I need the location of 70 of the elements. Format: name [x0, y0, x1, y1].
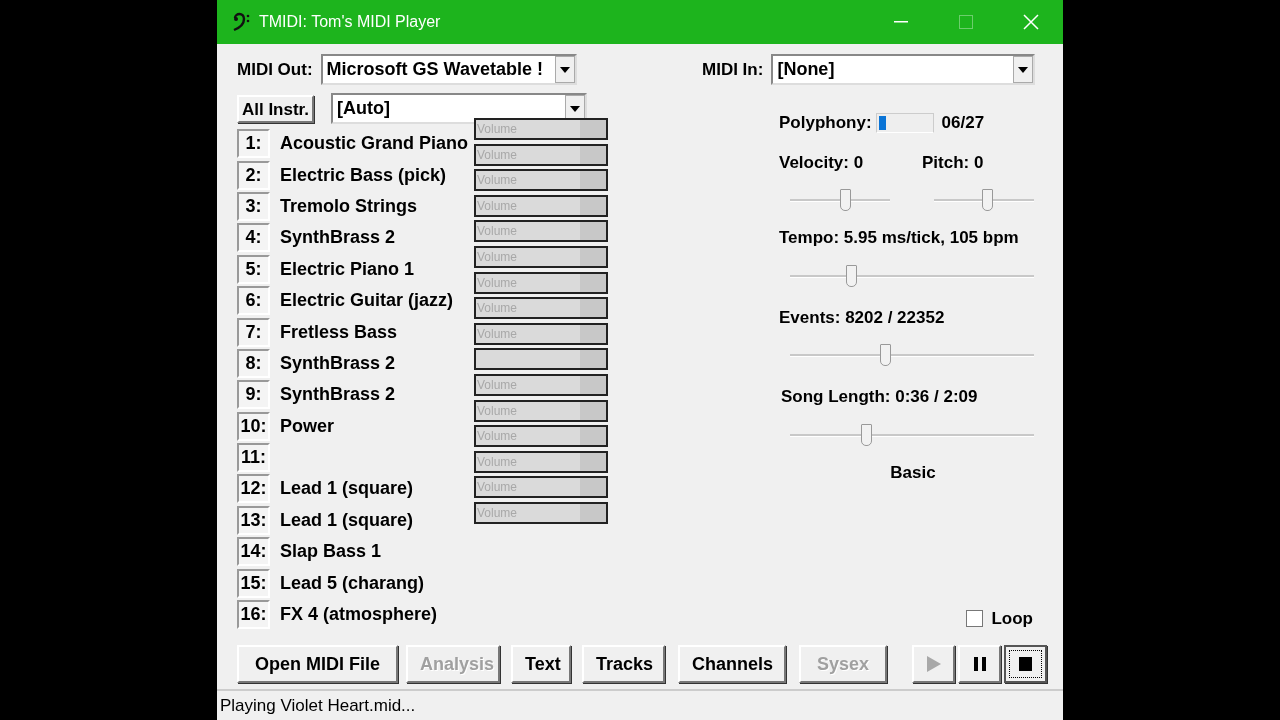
caret-icon: [1018, 66, 1029, 73]
midi-in-label: MIDI In:: [702, 58, 764, 81]
channel-number[interactable]: 1:: [237, 129, 270, 159]
instrument-name: Slap Bass 1: [280, 540, 382, 564]
window-title: TMIDI: Tom's MIDI Player: [259, 12, 442, 32]
channel-number[interactable]: 12:: [237, 474, 270, 504]
channel-number[interactable]: 9:: [237, 380, 270, 410]
channel-number[interactable]: 6:: [237, 286, 270, 316]
instrument-name: Tremolo Strings: [280, 194, 418, 218]
slider-thumb[interactable]: [982, 189, 993, 211]
polyphony-label: Polyphony:: [779, 112, 872, 134]
channel-number[interactable]: 15:: [237, 568, 270, 598]
minimize-icon: [893, 21, 908, 23]
instrument-name: Lead 5 (charang): [280, 571, 425, 595]
maximize-icon: [958, 15, 973, 29]
instrument-name: SynthBrass 2: [280, 226, 396, 250]
toolbar-button[interactable]: Tracks: [582, 645, 665, 683]
channel-number[interactable]: 14:: [237, 537, 270, 567]
stop-button[interactable]: [1004, 645, 1047, 683]
all-instruments-button[interactable]: All Instr.: [237, 94, 314, 123]
play-icon: [926, 656, 941, 672]
instrument-name: Power: [280, 414, 335, 438]
channel-number[interactable]: 4:: [237, 223, 270, 253]
song-length-label: Song Length: 0:36 / 2:09: [781, 386, 979, 408]
channel-number[interactable]: 8:: [237, 348, 270, 378]
polyphony-reading: 06/27: [941, 112, 985, 134]
caret-icon: [559, 66, 570, 73]
toolbar-button[interactable]: Open MIDI File: [237, 645, 398, 683]
instrument-dropdown[interactable]: [Auto]: [331, 93, 587, 124]
loop-label: Loop: [991, 607, 1033, 630]
pause-button[interactable]: [958, 645, 1001, 683]
midi-out-dropdown[interactable]: Microsoft GS Wavetable !: [320, 54, 577, 85]
close-icon: [1022, 14, 1039, 30]
channel-number[interactable]: 16:: [237, 600, 270, 630]
instrument-name: Electric Guitar (jazz): [280, 289, 454, 313]
channel-number[interactable]: 13:: [237, 505, 270, 535]
slider-thumb[interactable]: [840, 189, 851, 211]
events-label: Events: 8202 / 22352: [779, 306, 946, 329]
mode-label: Basic: [889, 461, 937, 484]
channel-number[interactable]: 5:: [237, 254, 270, 284]
velocity-label: Velocity: 0: [779, 151, 865, 174]
stop-icon: [1019, 657, 1032, 671]
slider-thumb[interactable]: [846, 264, 857, 287]
channel-number[interactable]: 3:: [237, 191, 270, 221]
instrument-name: Fretless Bass: [280, 320, 398, 344]
instrument-name: FX 4 (atmosphere): [280, 603, 438, 627]
caret-icon: [570, 105, 580, 112]
slider-thumb[interactable]: [880, 344, 892, 366]
toolbar-button[interactable]: Channels: [678, 645, 786, 683]
channel-number[interactable]: 2:: [237, 160, 270, 190]
channel-number[interactable]: 11:: [237, 443, 270, 473]
channel-number[interactable]: 10:: [237, 411, 270, 441]
midi-out-label: MIDI Out:: [237, 58, 313, 81]
toolbar-button[interactable]: Text: [511, 645, 571, 683]
pitch-label: Pitch: 0: [922, 151, 985, 174]
instrument-name: Lead 1 (square): [280, 508, 414, 532]
instrument-name: Acoustic Grand Piano: [280, 132, 469, 156]
instrument-name: Electric Bass (pick): [280, 163, 447, 187]
pause-icon: [973, 657, 986, 671]
instrument-name: SynthBrass 2: [280, 383, 396, 407]
tempo-label: Tempo: 5.95 ms/tick, 105 bpm: [779, 227, 1020, 249]
slider-thumb[interactable]: [860, 423, 872, 446]
loop-checkbox[interactable]: [966, 609, 984, 627]
instrument-name: Electric Piano 1: [280, 257, 415, 281]
channel-number[interactable]: 7:: [237, 317, 270, 347]
midi-in-dropdown[interactable]: [None]: [771, 54, 1036, 85]
bass-clef-icon: [233, 12, 251, 32]
instrument-name: Lead 1 (square): [280, 477, 414, 501]
status-bar: Playing Violet Heart.mid...: [217, 689, 1063, 720]
instrument-name: SynthBrass 2: [280, 351, 396, 375]
